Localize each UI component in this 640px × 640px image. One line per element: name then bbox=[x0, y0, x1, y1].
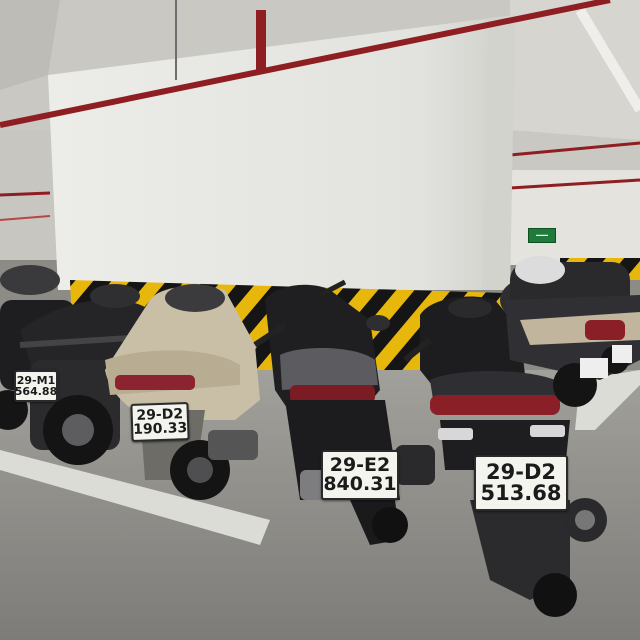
pipe-clamp bbox=[256, 10, 266, 70]
exit-sign: ▬▬▬ bbox=[528, 228, 556, 243]
plate-line1: 29-D2 bbox=[486, 460, 556, 484]
parking-garage-photo: ▬▬▬ 29-M1 564.88 29-D2 190.33 29-E2 840.… bbox=[0, 0, 640, 640]
left-pipe-1 bbox=[0, 191, 51, 197]
plate-line2: 564.88 bbox=[14, 385, 58, 398]
scene-drawing bbox=[0, 0, 640, 640]
plate-line2: 840.31 bbox=[323, 473, 397, 495]
plate-right-scooter: 29-D2 513.68 bbox=[474, 455, 568, 511]
plate-line2: 190.33 bbox=[132, 420, 188, 438]
plate-left-edge: 29-M1 564.88 bbox=[14, 370, 58, 402]
plate-beige-scooter: 29-D2 190.33 bbox=[130, 401, 190, 443]
plate-center-scooter: 29-E2 840.31 bbox=[321, 450, 399, 500]
exit-sign-marks: ▬▬▬ bbox=[536, 232, 548, 238]
plate-line2: 513.68 bbox=[480, 481, 562, 505]
